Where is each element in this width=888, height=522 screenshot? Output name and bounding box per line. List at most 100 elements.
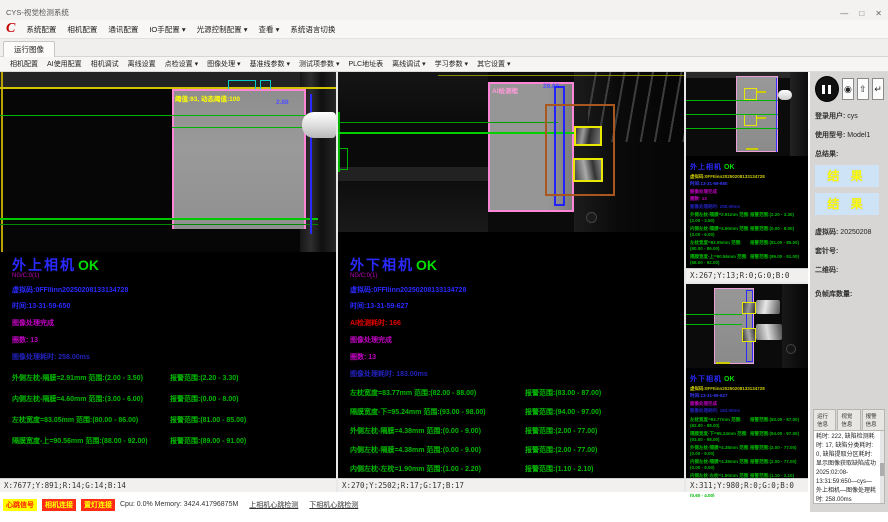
- alarm-range: 报警范围:(2.00 - 77.00): [750, 445, 797, 456]
- log-scrollbar[interactable]: [880, 431, 884, 503]
- machine-texture: [782, 284, 808, 368]
- alarm-range: 报警范围:(2.00 - 77.00): [525, 445, 597, 455]
- status-ok: OK: [724, 164, 735, 171]
- virtual-code-value: 20250208: [840, 229, 871, 236]
- upload-button[interactable]: ⇧: [857, 78, 869, 100]
- connector-part: [778, 90, 792, 100]
- total-result-label: 总结果:: [815, 151, 838, 158]
- toolbar-item[interactable]: AI使用配置: [47, 59, 82, 69]
- stock-row: 负帧库数量:: [815, 289, 884, 299]
- menu-item[interactable]: 通讯配置: [108, 24, 138, 35]
- menu-bar: C 系统配置相机配置通讯配置 IO手配置 ▾ 光源控制配置 ▾ 查看 ▾ 系统语言切换: [0, 20, 888, 39]
- measurement-row: 隔膜宽度-上=90.56mm 范围:(88.00 - 92.00) 报警范围:(…: [690, 254, 806, 265]
- toolbar-item[interactable]: PLC地址表: [349, 59, 384, 69]
- measurement-row: 内侧左枕-隔膜=4.38mm 范围:(0.00 - 9.00) 报警范围:(2.…: [350, 445, 680, 455]
- minimize-button[interactable]: —: [840, 9, 848, 18]
- toolbar-item[interactable]: 基准线参数 ▾: [250, 59, 290, 69]
- toolbar-item[interactable]: 离线调试 ▾: [392, 59, 425, 69]
- thumb-image-lower: [686, 284, 808, 368]
- toolbar-item[interactable]: 离线设置: [128, 59, 156, 69]
- process-elapsed: 图像处理耗时: 183.00ms: [350, 369, 680, 379]
- login-user-value: cys: [847, 113, 858, 120]
- return-button[interactable]: ↵: [872, 78, 884, 100]
- menu-item[interactable]: 光源控制配置 ▾: [197, 24, 248, 35]
- menu-item[interactable]: 查看 ▾: [258, 24, 279, 35]
- measurement-row: 外侧左枕-隔膜=4.38mm 范围:(0.00 - 9.00) 报警范围:(2.…: [690, 445, 806, 456]
- app-logo-icon: C: [6, 22, 15, 36]
- camera-image-lower[interactable]: AI检测框 28.80: [338, 72, 684, 232]
- menu-item[interactable]: 系统语言切换: [290, 24, 335, 35]
- return-icon: ↵: [874, 84, 882, 95]
- measurement-row: 隔膜宽度-下=95.24mm 范围:(93.00 - 98.00) 报警范围:(…: [350, 407, 680, 417]
- scrollbar-thumb[interactable]: [880, 463, 884, 476]
- menu-item[interactable]: IO手配置 ▾: [149, 24, 185, 35]
- lower-camera-heartbeat-link[interactable]: 下相机心跳检测: [309, 500, 358, 510]
- toolbar-item[interactable]: 图像处理 ▾: [207, 59, 240, 69]
- menu-item[interactable]: 相机配置: [67, 24, 97, 35]
- capture-time: 时间:13-31-59-627: [350, 301, 680, 311]
- virtual-code: 虚拟码:0FFIIinn20250208133134728: [12, 285, 332, 295]
- log-tab[interactable]: 报警信息: [862, 409, 885, 430]
- toolbar-item[interactable]: 相机调试: [91, 59, 119, 69]
- log-text: 耗时: 222, 缺陷检测耗时: 17, 缺陷分类耗时: 0, 缺陷提取分区耗时…: [816, 434, 876, 503]
- measurement-row: 左枕宽度=83.05mm 范围:(80.00 - 86.00) 报警范围:(81…: [690, 240, 806, 251]
- maximize-button[interactable]: □: [859, 9, 864, 18]
- camera-image-upper[interactable]: 阈值:93, 动态阈值:100 2.88: [0, 72, 336, 252]
- app-window: CYS-视觉检测系统 — □ ✕ C 系统配置相机配置通讯配置IO手配置 ▾光源…: [0, 0, 888, 522]
- log-body[interactable]: 耗时: 222, 缺陷检测耗时: 17, 缺陷分类耗时: 0, 缺陷提取分区耗时…: [813, 430, 885, 504]
- right-sidebar: ◉ ⇧ ↵ 登录用户: cys 使用型号: Model1 总结果: 结 果 结 …: [810, 72, 888, 512]
- model-label: 使用型号:: [815, 132, 845, 139]
- camera-name: 外下相机: [690, 376, 722, 383]
- toolbar-item[interactable]: 点检设置 ▾: [165, 59, 198, 69]
- stock-label: 负帧库数量:: [815, 291, 852, 298]
- process-done: 图像处理完成: [690, 401, 806, 406]
- toolbar-item[interactable]: 其它设置 ▾: [477, 59, 510, 69]
- alarm-range: 报警范围:(2.00 - 77.00): [750, 459, 797, 470]
- capture-time: 时间:13-31-59-627: [690, 393, 806, 398]
- blue-measure-box: [746, 290, 753, 362]
- green-guide-line: [338, 122, 558, 123]
- heartbeat-badge: 心跳信号: [3, 499, 37, 511]
- yellow-defect-box: [744, 88, 757, 100]
- alarm-range: 报警范围:(2.20 - 3.30): [750, 212, 794, 223]
- pause-button[interactable]: [815, 76, 839, 102]
- alarm-range: 报警范围:(83.00 - 87.00): [750, 417, 799, 428]
- thumbnail-upper-camera[interactable]: 外上相机OK 虚拟码:0FFIIinn20250208133134728 时间:…: [686, 72, 808, 282]
- yellow-defect-box: [573, 158, 603, 182]
- toolbar-item[interactable]: 相机配置: [10, 59, 38, 69]
- close-button[interactable]: ✕: [875, 9, 882, 18]
- measurement-rows: 外侧左枕-隔膜=2.91mm 范围:(2.00 - 3.50) 报警范围:(2.…: [690, 212, 806, 265]
- measurement-row: 左枕宽度=83.05mm 范围:(80.00 - 86.00) 报警范围:(81…: [12, 415, 332, 425]
- measurement-row: 内侧左枕-隔膜=4.60mm 范围:(3.00 - 6.00) 报警范围:(0.…: [690, 226, 806, 237]
- upper-camera-heartbeat-link[interactable]: 上相机心跳检测: [249, 500, 298, 510]
- status-ok: OK: [78, 257, 99, 273]
- log-panel: 运行信息视觉信息报警信息 耗时: 222, 缺陷检测耗时: 17, 缺陷分类耗时…: [813, 409, 885, 504]
- tab-row: 运行图像: [0, 39, 888, 57]
- toolbar: 相机配置 AI使用配置相机调试离线设置点检设置 ▾ 图像处理 ▾ 基准线参数 ▾ 测试项…: [0, 57, 888, 72]
- window-controls: — □ ✕: [831, 9, 882, 18]
- measurement-row: 左枕宽度=83.77mm 范围:(82.00 - 88.00) 报警范围:(83…: [350, 388, 680, 398]
- pause-icon: [828, 85, 831, 94]
- pixel-coords-thumb-bottom: X:311;Y:980;R:0;G:0;B:0: [686, 478, 808, 492]
- toolbar-item[interactable]: 测试项参数 ▾: [299, 59, 339, 69]
- log-tab[interactable]: 视觉信息: [837, 409, 860, 430]
- green-guide-line: [686, 324, 742, 325]
- log-tab[interactable]: 运行信息: [813, 409, 836, 430]
- camera-button[interactable]: ◉: [842, 78, 854, 100]
- virtual-code-label: 虚拟码:: [815, 229, 838, 236]
- bright-metal-part: [756, 300, 780, 314]
- tab-run-image[interactable]: 运行图像: [3, 41, 55, 58]
- model-row: 使用型号: Model1: [815, 130, 884, 140]
- green-guide-line: [172, 127, 312, 128]
- yellow-guide-hline: [438, 75, 684, 76]
- title-bar: CYS-视觉检测系统 — □ ✕: [0, 0, 888, 20]
- toolbar-item[interactable]: 学习参数 ▾: [435, 59, 468, 69]
- menu-items: 系统配置相机配置通讯配置 IO手配置 ▾ 光源控制配置 ▾ 查看 ▾ 系统语言切换: [26, 24, 335, 35]
- camera-link-badge: 相机连接: [42, 499, 76, 511]
- menu-item[interactable]: 系统配置: [26, 24, 56, 35]
- thumbnail-lower-camera[interactable]: 外下相机OK 虚拟码:0FFIIinn20250208133134728 时间:…: [686, 284, 808, 492]
- alarm-range: 报警范围:(81.00 - 85.00): [750, 240, 799, 251]
- measurement-row: 内侧左枕-隔膜=4.38mm 范围:(0.00 - 9.00) 报警范围:(2.…: [690, 459, 806, 470]
- alarm-range: 报警范围:(2.20 - 3.30): [170, 373, 238, 383]
- camera-title: 外上相机OK: [12, 258, 332, 272]
